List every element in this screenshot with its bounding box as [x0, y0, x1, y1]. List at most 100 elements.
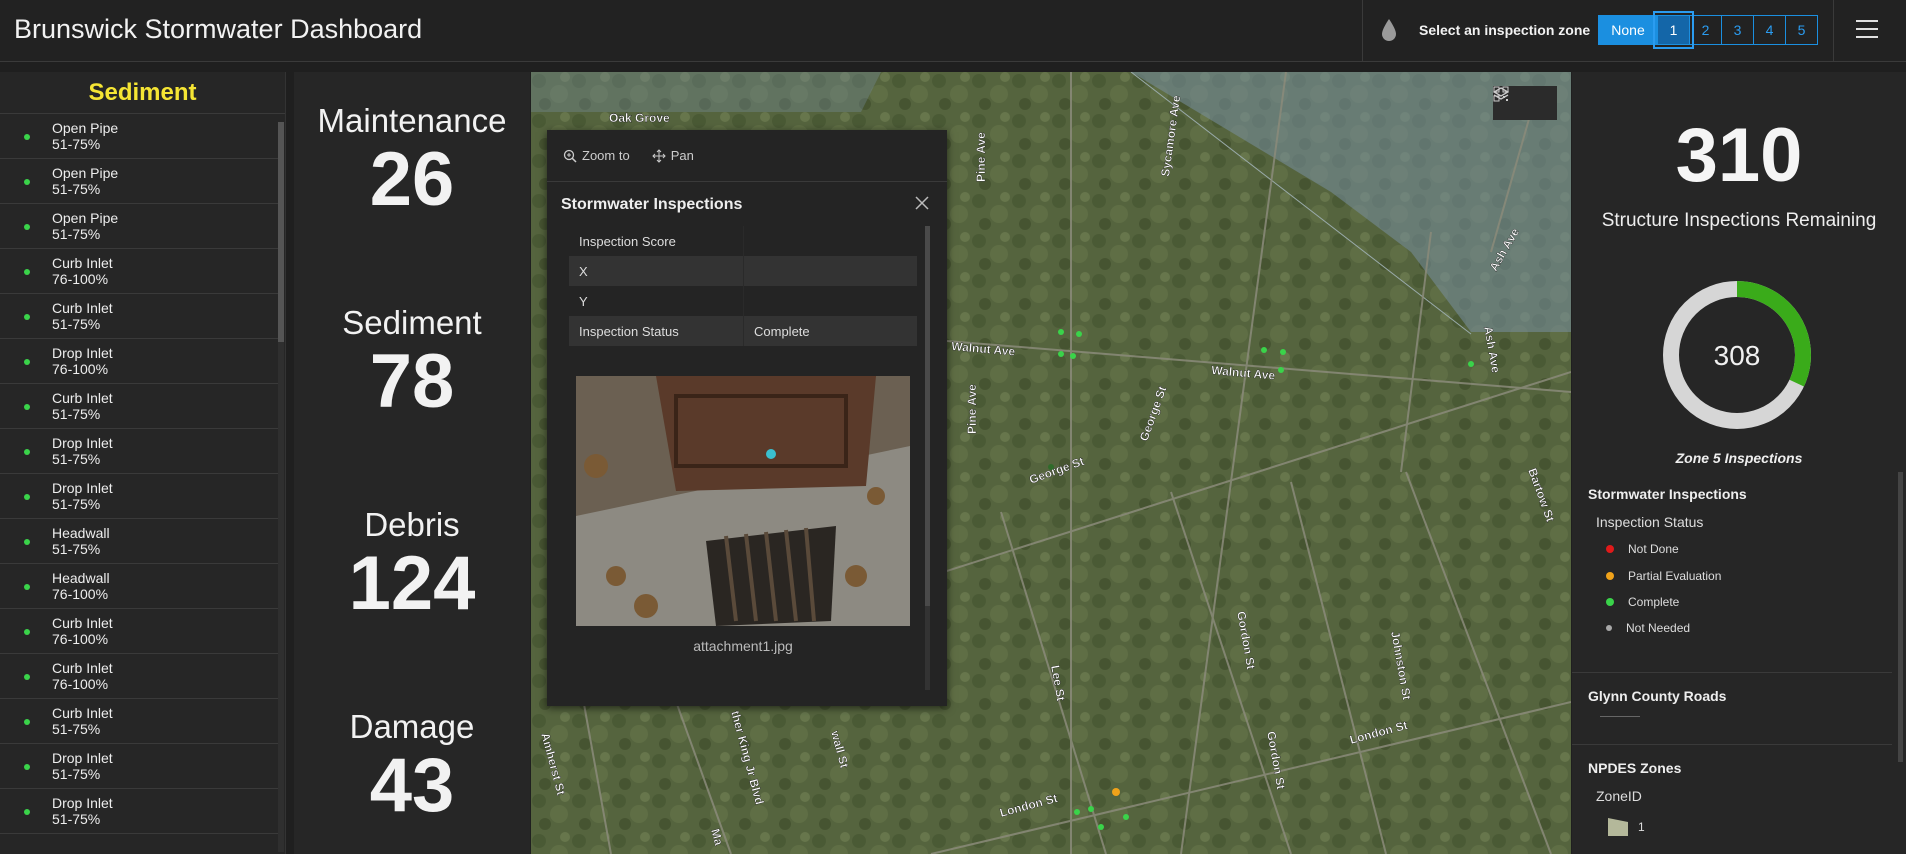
zones-layer-title: NPDES Zones	[1588, 760, 1682, 776]
divider	[1572, 744, 1892, 745]
summary-panel: 310 Structure Inspections Remaining 308 …	[1572, 72, 1906, 854]
list-item[interactable]: Curb Inlet 76-100%	[0, 654, 278, 699]
attachment-image[interactable]	[576, 376, 910, 626]
structure-type: Curb Inlet	[52, 255, 113, 271]
close-icon[interactable]	[915, 196, 929, 210]
sediment-range: 51-75%	[52, 721, 101, 737]
popup-scrollbar[interactable]	[925, 226, 930, 690]
metric-debris: Debris 124	[294, 506, 530, 624]
sediment-list-panel: Sediment Open Pipe 51-75% Open Pipe 51-75% O…	[0, 72, 286, 854]
structure-type: Curb Inlet	[52, 300, 113, 316]
sediment-range: 51-75%	[52, 316, 101, 332]
legend-item-not-done: Not Done	[1606, 542, 1679, 556]
app-header: Brunswick Stormwater Dashboard Select an…	[0, 0, 1906, 62]
gauge-caption: Zone 5 Inspections	[1675, 450, 1803, 466]
legend-item-zone-1: 1	[1606, 816, 1645, 838]
sediment-range: 51-75%	[52, 181, 101, 197]
structure-type: Drop Inlet	[52, 435, 113, 451]
list-item[interactable]: Drop Inlet 51-75%	[0, 474, 278, 519]
metric-maintenance: Maintenance 26	[294, 102, 530, 220]
move-arrows-icon	[651, 148, 666, 163]
status-dot-icon	[24, 629, 30, 635]
status-dot-icon	[24, 539, 30, 545]
status-dot-icon	[24, 449, 30, 455]
status-dot-icon	[24, 269, 30, 275]
status-dot-icon	[24, 179, 30, 185]
popup-actions: Zoom to Pan	[547, 130, 947, 182]
structure-type: Headwall	[52, 570, 110, 586]
attachment-filename[interactable]: attachment1.jpg	[547, 638, 939, 654]
qr-code-icon[interactable]	[1493, 86, 1557, 120]
pan-button[interactable]: Pan	[651, 148, 694, 163]
metrics-column: Maintenance 26 Sediment 78 Debris 124 Da…	[294, 72, 530, 854]
status-dot-icon	[24, 404, 30, 410]
legend-item-complete: Complete	[1606, 595, 1679, 609]
list-item[interactable]: Curb Inlet 76-100%	[0, 609, 278, 654]
list-item[interactable]: Curb Inlet 51-75%	[0, 384, 278, 429]
list-item[interactable]: Curb Inlet 76-100%	[0, 249, 278, 294]
status-dot-icon	[24, 494, 30, 500]
status-dot-icon	[24, 584, 30, 590]
sediment-range: 51-75%	[52, 406, 101, 422]
metric-label: Sediment	[342, 304, 482, 341]
zone-button-1[interactable]: 1	[1653, 11, 1694, 49]
structure-type: Curb Inlet	[52, 390, 113, 406]
zone-button-2[interactable]: 2	[1689, 15, 1722, 45]
map-label-pine-ave: Pine Ave	[974, 132, 988, 182]
metric-value: 26	[369, 137, 455, 222]
metric-value: 43	[369, 743, 455, 828]
list-item[interactable]: Drop Inlet 51-75%	[0, 789, 278, 834]
status-dot-icon	[24, 134, 30, 140]
zone-button-group: None 1 2 3 4 5	[1598, 11, 1818, 49]
table-row: Y	[569, 286, 917, 316]
metric-label: Damage	[349, 708, 475, 745]
hamburger-menu-icon[interactable]	[1856, 20, 1878, 44]
popup-title: Stormwater Inspections	[561, 196, 743, 213]
structure-type: Headwall	[52, 525, 110, 541]
structure-type: Drop Inlet	[52, 345, 113, 361]
zoom-in-icon	[563, 149, 577, 163]
list-item[interactable]: Drop Inlet 51-75%	[0, 744, 278, 789]
app-title: Brunswick Stormwater Dashboard	[14, 14, 423, 44]
list-item[interactable]: Open Pipe 51-75%	[0, 159, 278, 204]
sediment-list: Open Pipe 51-75% Open Pipe 51-75% Open Pipe 5…	[0, 114, 285, 834]
legend-scrollbar[interactable]	[1898, 472, 1903, 762]
table-row: X	[569, 256, 917, 286]
list-item[interactable]: Drop Inlet 51-75%	[0, 429, 278, 474]
zone-button-none[interactable]: None	[1598, 15, 1658, 45]
list-item[interactable]: Open Pipe 51-75%	[0, 204, 278, 249]
metric-label: Debris	[364, 506, 460, 543]
sediment-range: 76-100%	[52, 586, 109, 602]
list-item[interactable]: Open Pipe 51-75%	[0, 114, 278, 159]
sediment-range: 76-100%	[52, 631, 109, 647]
zoom-to-button[interactable]: Zoom to	[563, 148, 630, 163]
list-item[interactable]: Headwall 51-75%	[0, 519, 278, 564]
zones-subtitle: ZoneID	[1596, 788, 1642, 804]
sediment-range: 51-75%	[52, 541, 101, 557]
list-item[interactable]: Curb Inlet 51-75%	[0, 699, 278, 744]
zone-button-4[interactable]: 4	[1753, 15, 1786, 45]
structure-type: Open Pipe	[52, 120, 119, 136]
list-scrollbar[interactable]	[278, 122, 284, 852]
status-dot-icon	[24, 314, 30, 320]
map-label-pine-ave-2: Pine Ave	[965, 384, 979, 434]
structure-type: Curb Inlet	[52, 660, 113, 676]
zone-button-3[interactable]: 3	[1721, 15, 1754, 45]
feature-popup: Zoom to Pan Stormwater Inspections Inspe…	[547, 130, 947, 706]
structure-type: Open Pipe	[52, 165, 119, 181]
status-dot-icon	[24, 719, 30, 725]
sediment-range: 76-100%	[52, 361, 109, 377]
zone-button-5[interactable]: 5	[1785, 15, 1818, 45]
list-item[interactable]: Curb Inlet 51-75%	[0, 294, 278, 339]
table-row: Inspection Status Complete	[569, 316, 917, 346]
road-line-swatch	[1600, 716, 1640, 717]
status-dot-icon	[24, 359, 30, 365]
legend-title: Stormwater Inspections	[1588, 486, 1747, 502]
table-row: Inspection Score	[569, 226, 917, 256]
roads-layer-title: Glynn County Roads	[1588, 688, 1727, 704]
list-item[interactable]: Headwall 76-100%	[0, 564, 278, 609]
metric-label: Maintenance	[317, 102, 507, 139]
structure-type: Drop Inlet	[52, 795, 113, 811]
pan-label: Pan	[670, 148, 694, 163]
list-item[interactable]: Drop Inlet 76-100%	[0, 339, 278, 384]
